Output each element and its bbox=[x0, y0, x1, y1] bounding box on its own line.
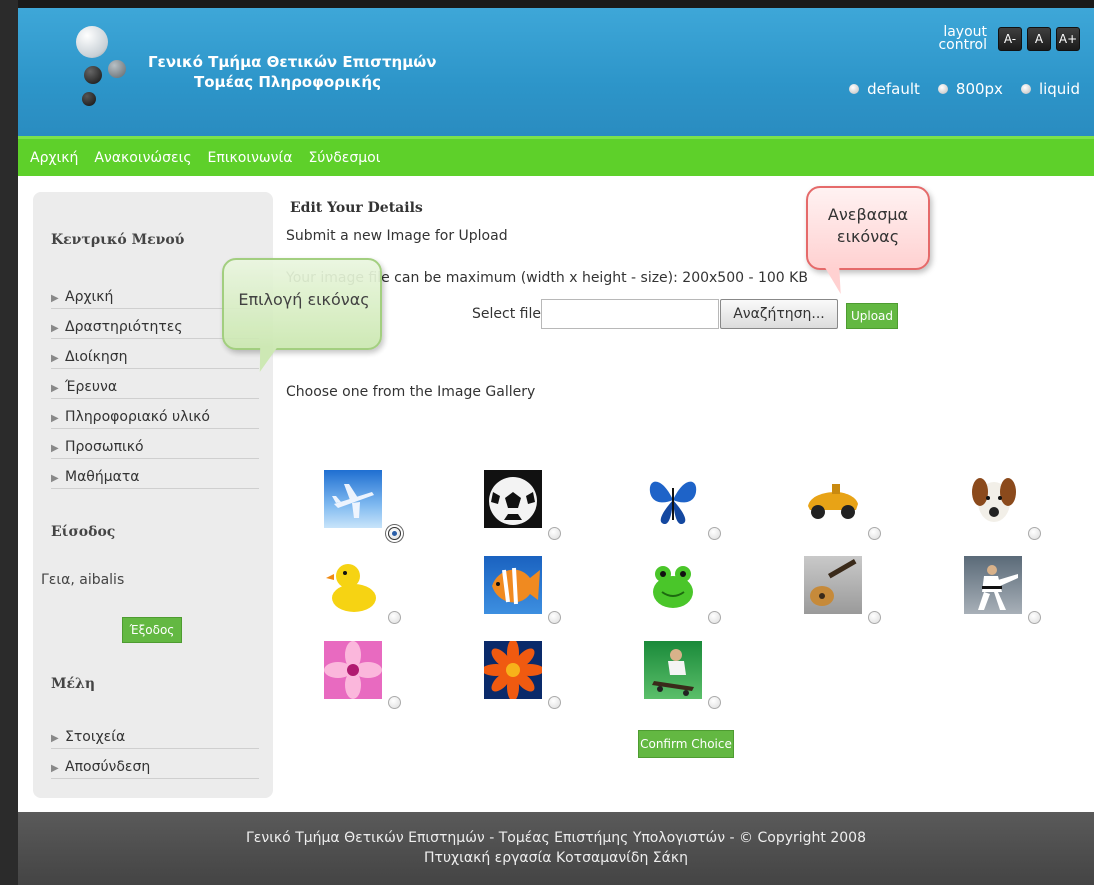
greeting-text: Γεια, aibalis bbox=[41, 572, 125, 588]
image-radio-12[interactable] bbox=[548, 696, 561, 709]
arrow-right-icon: ▶ bbox=[51, 413, 59, 424]
arrow-right-icon: ▶ bbox=[51, 293, 59, 304]
site-footer: Γενικό Τμήμα Θετικών Επιστημών - Τομέας … bbox=[18, 812, 1094, 885]
guitar-image[interactable] bbox=[804, 556, 862, 614]
font-normal-button[interactable]: A bbox=[1027, 27, 1051, 51]
flower-orange-image[interactable] bbox=[484, 641, 542, 699]
dog-image[interactable] bbox=[964, 470, 1022, 528]
sidebar-item-staff[interactable]: ▶ Προσωπικό bbox=[51, 436, 259, 459]
nav-item-contact[interactable]: Επικοινωνία bbox=[208, 150, 293, 166]
sidebar-item-courses[interactable]: ▶ Μαθήματα bbox=[51, 466, 259, 489]
members-title: Μέλη bbox=[51, 676, 96, 692]
font-increase-button[interactable]: A+ bbox=[1056, 27, 1080, 51]
karate-image[interactable] bbox=[964, 556, 1022, 614]
width-default-radio[interactable] bbox=[849, 84, 860, 94]
frog-image[interactable] bbox=[644, 556, 702, 614]
page-subtitle: Submit a new Image for Upload bbox=[286, 228, 508, 244]
width-liquid-radio[interactable] bbox=[1020, 84, 1031, 94]
image-radio-10[interactable] bbox=[1028, 611, 1041, 624]
skateboard-image[interactable] bbox=[644, 641, 702, 699]
menu-title: Κεντρικό Μενού bbox=[51, 232, 185, 248]
page-title: Edit Your Details bbox=[290, 200, 423, 216]
layout-control-label: layout control bbox=[938, 24, 987, 53]
nav-item-links[interactable]: Σύνδεσμοι bbox=[308, 150, 380, 166]
window-left-border bbox=[0, 0, 18, 885]
sidebar-item-info-material[interactable]: ▶ Πληροφοριακό υλικό bbox=[51, 406, 259, 429]
site-title-line1: Γενικό Τμήμα Θετικών Επιστημών bbox=[148, 53, 437, 71]
callout-upload-image: Ανεβασμα εικόνας bbox=[806, 186, 930, 294]
sidebar-item-research[interactable]: ▶ Έρευνα bbox=[51, 376, 259, 399]
image-radio-1[interactable] bbox=[388, 527, 401, 540]
width-liquid-label[interactable]: liquid bbox=[1039, 80, 1080, 98]
site-header: Γενικό Τμήμα Θετικών Επιστημών Τομέας Πλ… bbox=[18, 8, 1094, 136]
width-800px-label[interactable]: 800px bbox=[956, 80, 1003, 98]
toy-car-image[interactable] bbox=[804, 470, 862, 528]
layout-control: layout control A- A A+ bbox=[938, 24, 1080, 53]
file-path-input[interactable] bbox=[541, 299, 719, 329]
site-title-line2: Τομέας Πληροφορικής bbox=[194, 73, 381, 91]
butterfly-image[interactable] bbox=[644, 470, 702, 528]
window-top-border bbox=[0, 0, 1094, 8]
arrow-right-icon: ▶ bbox=[51, 443, 59, 454]
airplane-image[interactable] bbox=[324, 470, 382, 528]
image-radio-5[interactable] bbox=[1028, 527, 1041, 540]
logout-button[interactable]: Έξοδος bbox=[122, 617, 182, 643]
flower-pink-image[interactable] bbox=[324, 641, 382, 699]
arrow-right-icon: ▶ bbox=[51, 353, 59, 364]
page: Γενικό Τμήμα Θετικών Επιστημών Τομέας Πλ… bbox=[0, 0, 1094, 885]
image-radio-2[interactable] bbox=[548, 527, 561, 540]
browse-button[interactable]: Αναζήτηση... bbox=[720, 299, 838, 329]
width-800px-radio[interactable] bbox=[937, 84, 948, 94]
callout-upload-image-text: Ανεβασμα εικόνας bbox=[827, 205, 909, 246]
top-nav: Αρχική Ανακοινώσεις Επικοινωνία Σύνδεσμο… bbox=[18, 136, 1094, 176]
image-radio-11[interactable] bbox=[388, 696, 401, 709]
site-title: Γενικό Τμήμα Θετικών Επιστημών Τομέας Πλ… bbox=[148, 52, 437, 92]
width-control: default 800px liquid bbox=[831, 80, 1080, 98]
arrow-right-icon: ▶ bbox=[51, 383, 59, 394]
image-radio-8[interactable] bbox=[708, 611, 721, 624]
image-radio-6[interactable] bbox=[388, 611, 401, 624]
image-radio-3[interactable] bbox=[708, 527, 721, 540]
arrow-right-icon: ▶ bbox=[51, 733, 59, 744]
footer-credit: Πτυχιακή εργασία Κοτσαμανίδη Σάκη bbox=[424, 850, 688, 866]
footer-copyright: Γενικό Τμήμα Θετικών Επιστημών - Τομέας … bbox=[246, 830, 866, 846]
image-radio-7[interactable] bbox=[548, 611, 561, 624]
nav-item-announcements[interactable]: Ανακοινώσεις bbox=[94, 150, 191, 166]
select-file-label: Select file bbox=[472, 306, 541, 322]
callout-select-image: Επιλογή εικόνας bbox=[222, 258, 382, 372]
fish-image[interactable] bbox=[484, 556, 542, 614]
arrow-right-icon: ▶ bbox=[51, 473, 59, 484]
sidebar-item-details[interactable]: ▶ Στοιχεία bbox=[51, 726, 259, 749]
width-default-label[interactable]: default bbox=[867, 80, 920, 98]
font-decrease-button[interactable]: A- bbox=[998, 27, 1022, 51]
confirm-choice-button[interactable]: Confirm Choice bbox=[638, 730, 734, 758]
sidebar-item-administration[interactable]: ▶ Διοίκηση bbox=[51, 346, 259, 369]
logo-icon bbox=[70, 20, 140, 110]
arrow-right-icon: ▶ bbox=[51, 323, 59, 334]
login-title: Είσοδος bbox=[51, 524, 116, 540]
sidebar-item-logout[interactable]: ▶ Αποσύνδεση bbox=[51, 756, 259, 779]
image-radio-13[interactable] bbox=[708, 696, 721, 709]
callout-select-image-text: Επιλογή εικόνας bbox=[238, 290, 370, 309]
upload-button[interactable]: Upload bbox=[846, 303, 898, 329]
gallery-label: Choose one from the Image Gallery bbox=[286, 384, 536, 400]
nav-item-home[interactable]: Αρχική bbox=[30, 150, 78, 166]
soccer-ball-image[interactable] bbox=[484, 470, 542, 528]
rubber-duck-image[interactable] bbox=[324, 556, 382, 614]
image-radio-9[interactable] bbox=[868, 611, 881, 624]
arrow-right-icon: ▶ bbox=[51, 763, 59, 774]
image-radio-4[interactable] bbox=[868, 527, 881, 540]
